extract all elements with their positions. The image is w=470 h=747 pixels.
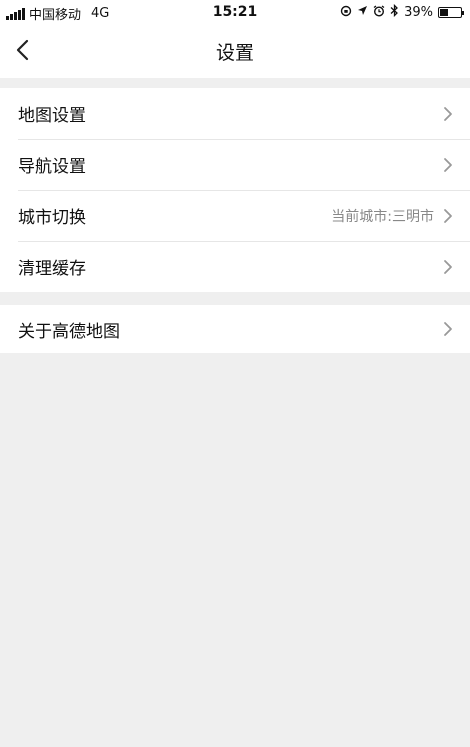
nav-bar: 设置: [0, 24, 470, 78]
location-arrow-icon: [357, 5, 368, 19]
settings-screen: 中国移动 4G 15:21 39% 设置 地图设置 导航设置 城市切换 当前城市…: [0, 0, 470, 747]
settings-group-main: 地图设置 导航设置 城市切换 当前城市:三明市 清理缓存: [0, 88, 470, 292]
settings-item-map[interactable]: 地图设置: [0, 88, 470, 139]
page-title: 设置: [215, 42, 254, 64]
alarm-icon: [373, 4, 385, 20]
settings-item-label: 城市切换: [18, 208, 86, 228]
settings-item-label: 清理缓存: [18, 259, 86, 279]
bluetooth-icon: [390, 3, 399, 20]
chevron-left-icon: [16, 39, 29, 61]
settings-group-about: 关于高德地图: [0, 305, 470, 353]
chevron-right-icon: [444, 260, 452, 274]
settings-item-about[interactable]: 关于高德地图: [0, 305, 470, 353]
battery-level: [440, 8, 448, 16]
status-right: 39%: [340, 3, 464, 20]
settings-item-city-switch[interactable]: 城市切换 当前城市:三明市: [0, 190, 470, 241]
status-bar: 中国移动 4G 15:21 39%: [0, 0, 470, 24]
current-city-value: 当前城市:三明市: [331, 208, 434, 225]
settings-item-label: 地图设置: [18, 106, 86, 126]
chevron-right-icon: [444, 209, 452, 223]
settings-item-label: 关于高德地图: [18, 321, 120, 342]
settings-item-clear-cache[interactable]: 清理缓存: [0, 241, 470, 292]
lock-rotation-icon: [340, 5, 352, 20]
chevron-right-icon: [444, 322, 452, 336]
settings-item-label: 导航设置: [18, 157, 86, 177]
battery-icon: [438, 6, 464, 18]
chevron-right-icon: [444, 158, 452, 172]
settings-item-navigation[interactable]: 导航设置: [0, 139, 470, 190]
battery-percent: 39%: [404, 4, 433, 20]
chevron-right-icon: [444, 107, 452, 121]
back-button[interactable]: [8, 34, 40, 66]
